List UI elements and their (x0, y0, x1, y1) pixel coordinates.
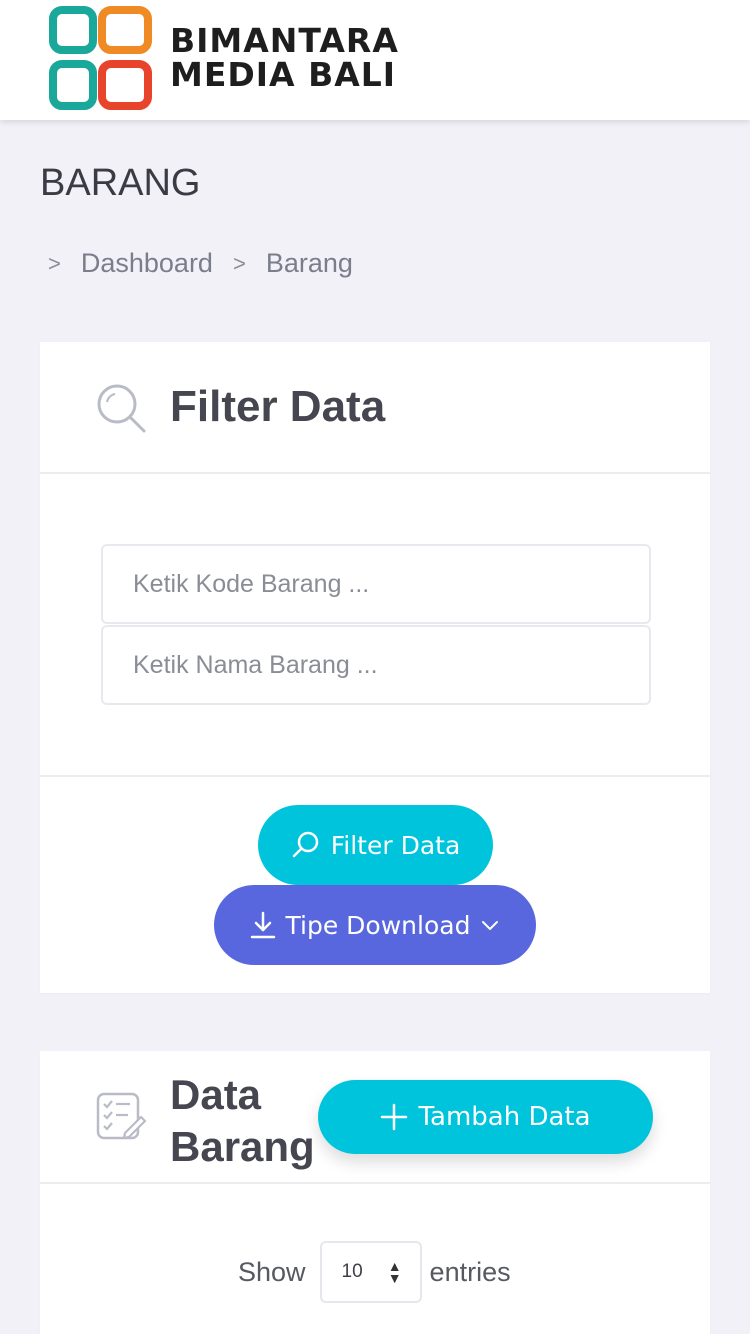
brand-line-2: MEDIA BALI (170, 55, 397, 94)
search-icon (292, 831, 318, 858)
tipe-download-button[interactable]: Tipe Download (214, 885, 536, 965)
tambah-data-label: Tambah Data (418, 1102, 591, 1132)
filter-card-title: Filter Data (170, 382, 386, 431)
plus-icon (381, 1103, 408, 1131)
filter-card-header: Filter Data (40, 342, 710, 474)
breadcrumb-barang[interactable]: Barang (266, 248, 353, 279)
chevron-right-icon: > (232, 250, 246, 276)
data-barang-title-line-2: Barang (170, 1123, 315, 1170)
page-title: BARANG (40, 162, 201, 204)
filter-card: Filter Data Filter Data Tipe Download (40, 342, 710, 993)
top-bar: BIMANTARA MEDIA BALI (0, 0, 750, 120)
brand-name: BIMANTARA MEDIA BALI (170, 24, 399, 92)
tipe-download-label: Tipe Download (285, 910, 471, 940)
tambah-data-button[interactable]: Tambah Data (318, 1080, 653, 1154)
show-label: Show (238, 1256, 306, 1287)
breadcrumb-dashboard[interactable]: Dashboard (81, 248, 213, 279)
filter-data-label: Filter Data (330, 830, 461, 860)
entries-value: 10 (341, 1261, 363, 1282)
data-barang-header: Data Barang Tambah Data (40, 1051, 710, 1184)
breadcrumb: > Dashboard > Barang (48, 248, 373, 279)
data-barang-card: Data Barang Tambah Data Show 10 ▲ ▼ entri… (40, 1051, 710, 1334)
data-barang-title-line-1: Data (170, 1071, 262, 1118)
chevron-down-icon (482, 921, 499, 930)
filter-data-button[interactable]: Filter Data (258, 805, 493, 885)
checklist-icon (96, 1092, 147, 1140)
entries-control: Show 10 ▲ ▼ entries (238, 1241, 511, 1303)
card-divider (40, 775, 710, 777)
data-barang-title: Data Barang (170, 1069, 330, 1173)
entries-select[interactable]: 10 ▲ ▼ (319, 1241, 422, 1303)
kode-barang-input[interactable] (101, 544, 651, 624)
chevron-right-icon: > (48, 250, 61, 276)
brand-logo[interactable] (48, 2, 158, 116)
sort-arrows-icon: ▲ ▼ (387, 1258, 402, 1286)
entries-label: entries (429, 1256, 511, 1287)
nama-barang-input[interactable] (101, 625, 651, 705)
download-icon (250, 911, 275, 939)
search-icon (97, 384, 146, 433)
brand-line-1: BIMANTARA (170, 21, 399, 60)
